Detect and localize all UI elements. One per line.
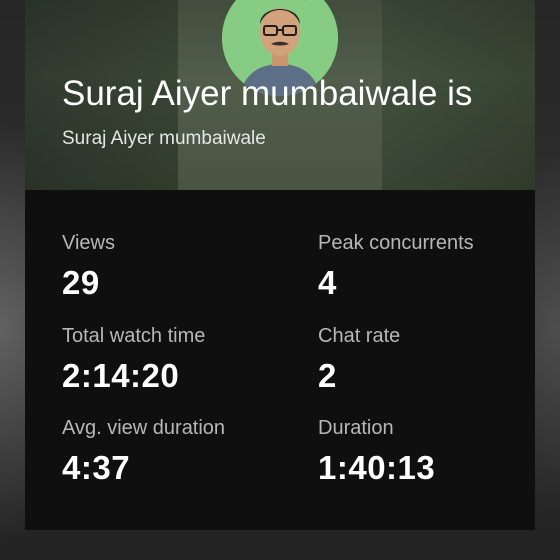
card-header: Suraj Aiyer mumbaiwale is Suraj Aiyer mu… (25, 0, 535, 190)
stat-value: 2:14:20 (62, 357, 180, 394)
stat-value: 4:37 (62, 449, 131, 486)
stat-value: 2 (318, 357, 337, 394)
stat-label: Peak concurrents (318, 232, 474, 254)
stat-value: 1:40:13 (318, 449, 436, 486)
stat-avg-view-duration: Avg. view duration 4:37 (62, 416, 225, 488)
stat-views: Views 29 (62, 231, 115, 303)
stat-value: 29 (62, 264, 100, 301)
stream-title: Suraj Aiyer mumbaiwale is (62, 74, 473, 113)
stat-peak-concurrents: Peak concurrents 4 (318, 231, 474, 303)
stat-label: Views (62, 232, 115, 254)
stream-summary-card: Suraj Aiyer mumbaiwale is Suraj Aiyer mu… (25, 0, 535, 530)
stat-label: Duration (318, 417, 394, 439)
stat-chat-rate: Chat rate 2 (318, 324, 400, 396)
stat-total-watch-time: Total watch time 2:14:20 (62, 324, 205, 396)
stat-duration: Duration 1:40:13 (318, 416, 435, 488)
stat-label: Avg. view duration (62, 417, 226, 439)
stat-label: Total watch time (62, 325, 206, 347)
channel-name: Suraj Aiyer mumbaiwale (62, 128, 266, 149)
stat-value: 4 (318, 264, 337, 301)
stat-label: Chat rate (318, 325, 401, 347)
